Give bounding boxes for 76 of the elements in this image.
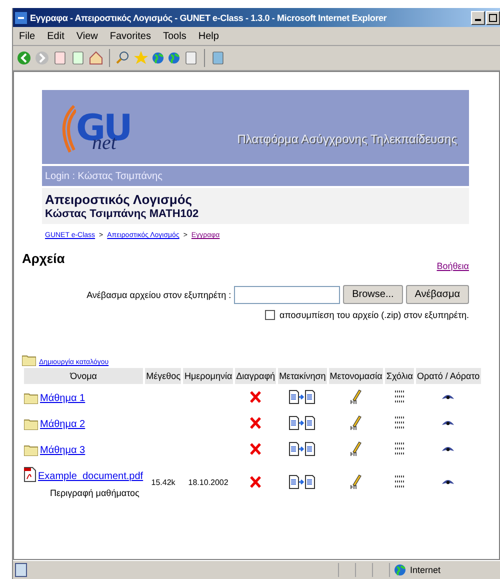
pdf-file-icon bbox=[24, 467, 36, 482]
browse-button[interactable]: Browse... bbox=[343, 285, 403, 304]
back-icon[interactable] bbox=[17, 51, 31, 65]
upload-button[interactable]: Ανέβασμα bbox=[406, 285, 469, 304]
column-header: Μέγεθος bbox=[145, 368, 182, 384]
file-field[interactable] bbox=[234, 286, 340, 304]
move-icon[interactable] bbox=[289, 474, 316, 488]
menu-item[interactable]: Help bbox=[198, 30, 219, 42]
column-header: Διαγραφή bbox=[235, 368, 276, 384]
delete-icon[interactable] bbox=[250, 443, 262, 455]
eye-icon[interactable] bbox=[441, 478, 456, 486]
delete-icon[interactable] bbox=[250, 417, 262, 429]
comments-icon[interactable] bbox=[394, 474, 405, 490]
browser-icon bbox=[15, 12, 27, 24]
menu-item[interactable]: Edit bbox=[47, 30, 64, 42]
page-icon[interactable] bbox=[184, 51, 198, 65]
menu-item[interactable]: Favorites bbox=[110, 30, 151, 42]
unzip-label: αποσυμπίεση του αρχείο (.zip) στον εξυπηρέτη. bbox=[279, 310, 469, 320]
login-bar: Login : Κώστας Τσιμπάνης bbox=[42, 166, 469, 186]
course-subtitle: Κώστας Τσιμπάνης MATH102 bbox=[45, 208, 200, 220]
comments-icon[interactable] bbox=[394, 389, 405, 405]
menu-item[interactable]: Tools bbox=[162, 30, 186, 42]
upload-label: Ανέβασμα αρχείου στον εξυπηρέτη : bbox=[86, 290, 232, 300]
security-zone: Internet bbox=[410, 565, 442, 575]
pencil-icon[interactable] bbox=[350, 415, 362, 431]
file-description: Περιγραφή μαθήματος bbox=[49, 488, 140, 498]
pencil-icon[interactable] bbox=[350, 441, 362, 457]
folder-icon bbox=[24, 444, 38, 456]
file-name-link[interactable]: Μάθημα 1 bbox=[40, 393, 86, 404]
column-header: Μετονομασία bbox=[328, 368, 384, 384]
minimize-button[interactable] bbox=[471, 10, 485, 24]
page-heading: Αρχεία bbox=[22, 251, 65, 268]
page-icon bbox=[15, 563, 27, 577]
move-icon[interactable] bbox=[289, 390, 316, 404]
globe-icon bbox=[152, 52, 164, 64]
help-link[interactable]: Βοήθεια bbox=[436, 261, 469, 271]
eye-icon[interactable] bbox=[441, 419, 456, 427]
delete-icon[interactable] bbox=[250, 391, 262, 403]
file-date: 18.10.2002 bbox=[188, 478, 228, 487]
window-icon[interactable] bbox=[211, 51, 225, 65]
globe-icon bbox=[394, 564, 406, 576]
file-name-link[interactable]: Μάθημα 3 bbox=[40, 445, 86, 456]
menu-item[interactable]: File bbox=[19, 30, 36, 42]
comments-icon[interactable] bbox=[394, 441, 405, 457]
checkbox[interactable] bbox=[265, 310, 276, 320]
comments-icon[interactable] bbox=[394, 415, 405, 431]
maximize-button[interactable] bbox=[486, 10, 500, 24]
course-title: Απειροστικός Λογισμός bbox=[45, 192, 194, 207]
stop-icon[interactable] bbox=[53, 51, 67, 65]
folder-icon bbox=[24, 418, 38, 430]
history-icon bbox=[168, 52, 180, 64]
eye-icon[interactable] bbox=[441, 393, 456, 401]
column-header: Όνομα bbox=[24, 368, 144, 384]
file-name-link[interactable]: Μάθημα 2 bbox=[40, 419, 86, 430]
column-header: Ορατό / Αόρατο bbox=[416, 368, 481, 384]
menu-item[interactable]: View bbox=[76, 30, 98, 42]
file-name-link[interactable]: Example_document.pdf bbox=[38, 471, 144, 482]
star-icon[interactable] bbox=[134, 51, 148, 65]
refresh-icon[interactable] bbox=[71, 51, 85, 65]
column-header: Μετακίνηση bbox=[278, 368, 327, 384]
window-title: Εγγραφα - Απειροστικός Λογισμός - GUNET e-Class - 1.3.0 - Microsoft Internet Explorer bbox=[30, 12, 388, 22]
eye-icon[interactable] bbox=[441, 445, 456, 453]
column-header: Σχόλια bbox=[385, 368, 414, 384]
tagline: Πλατφόρμα Ασύγχρονης Τηλεκπαίδευσης bbox=[237, 132, 457, 148]
maximize-icon bbox=[489, 14, 497, 22]
home-icon[interactable] bbox=[89, 51, 103, 65]
file-size: 15.42k bbox=[151, 478, 176, 487]
folder-icon bbox=[24, 392, 38, 404]
move-icon[interactable] bbox=[289, 416, 316, 430]
folder-icon bbox=[22, 354, 36, 366]
column-header: Ημερομηνία bbox=[183, 368, 234, 384]
pencil-icon[interactable] bbox=[350, 389, 362, 405]
pencil-icon[interactable] bbox=[350, 474, 362, 490]
move-icon[interactable] bbox=[289, 442, 316, 456]
delete-icon[interactable] bbox=[250, 476, 262, 488]
search-icon[interactable] bbox=[116, 51, 130, 65]
